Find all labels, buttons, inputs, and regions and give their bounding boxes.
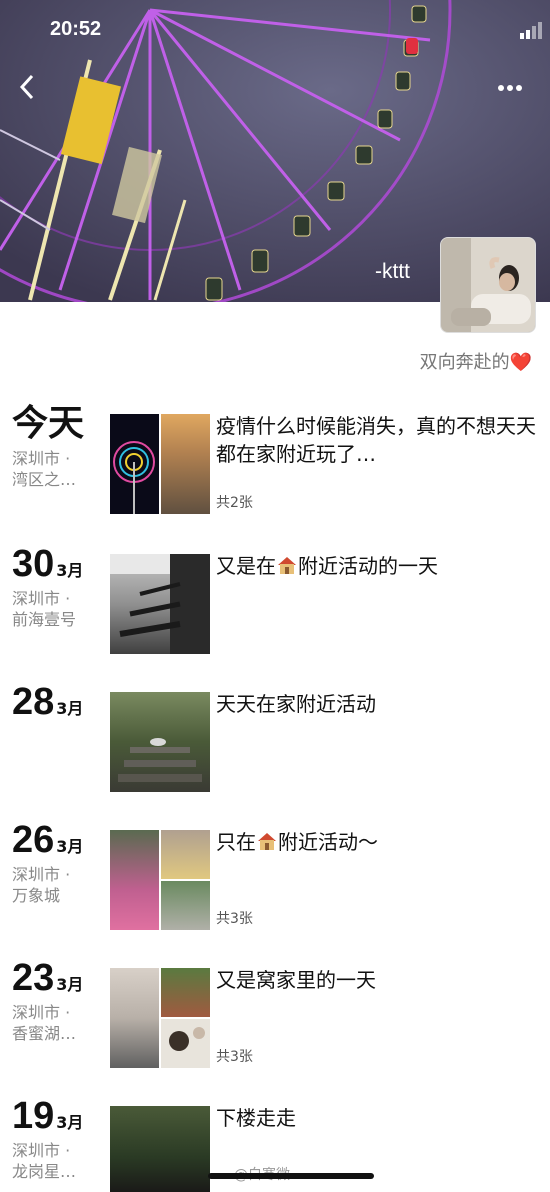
photo-count: 共2张 [216,495,253,511]
date-day: 30 [12,543,55,585]
more-dot [507,85,513,91]
date-day: 今天 [12,403,85,444]
thumbnail-image [110,554,210,654]
thumbnail-image [161,414,210,514]
location-line1: 深圳市 · [12,1003,71,1022]
date-day: 28 [12,681,55,723]
username: -kttt [375,260,410,283]
location-line2: 前海壹号 [12,610,77,629]
date-month: 3月 [56,975,84,994]
post-thumbnails[interactable] [110,1106,210,1192]
location-line2: 万象城 [12,886,61,905]
thumbnail-image [161,1019,210,1068]
thumbnail-image [110,1106,210,1192]
post-text: 天天在家附近活动 [216,692,376,716]
location-line1: 深圳市 · [12,589,71,608]
thumbnail-image [161,830,210,879]
date-column: 23 3月 深圳市 · 香蜜湖… [12,958,102,1044]
thumbnail-image [161,968,210,1017]
chevron-left-icon [19,74,34,100]
date-column: 30 3月 深圳市 · 前海壹号 [12,544,102,630]
location-line1: 深圳市 · [12,449,71,468]
signal-icon [520,22,542,39]
date-month: 3月 [56,699,84,718]
post-thumbnails[interactable] [110,414,210,514]
post-thumbnails[interactable] [110,692,210,792]
status-bar: 20:52 [0,0,550,60]
post-thumbnails[interactable] [110,968,210,1068]
thumbnail-image [110,414,159,514]
location-line2: 龙岗星… [12,1162,77,1181]
status-time: 20:52 [50,18,102,40]
thumbnail-image [110,968,159,1068]
post-thumbnails[interactable] [110,830,210,930]
signature: 双向奔赴的❤️ [420,348,532,374]
post-thumbnails[interactable] [110,554,210,654]
location-line2: 湾区之… [12,470,77,489]
date-day: 23 [12,957,55,999]
signature-text: 双向奔赴的 [419,352,510,373]
avatar[interactable] [440,237,536,333]
date-day: 19 [12,1095,55,1137]
date-month: 3月 [56,837,84,856]
photo-count: 共3张 [216,1049,253,1065]
thumbnail-image [110,692,210,792]
house-emoji-icon [258,833,276,850]
post-text: 又是在 附近活动的一天 [216,552,536,580]
post-text-before: 只在 [216,830,256,854]
more-dot [498,85,504,91]
heart-icon: ❤️ [509,352,532,373]
date-column: 今天 深圳市 · 湾区之… [12,404,102,490]
photo-count: 共3张 [216,911,253,927]
location-line1: 深圳市 · [12,1141,71,1160]
date-day: 26 [12,819,55,861]
post-text: 又是窝家里的一天 [216,968,376,992]
date-month: 3月 [56,561,84,580]
post-text: 下楼走走 [216,1106,296,1130]
more-dot [516,85,522,91]
post-text-after: 附近活动的一天 [298,554,438,578]
more-button[interactable] [498,76,528,96]
thumbnail-image [161,881,210,930]
post-text: 疫情什么时候能消失，真的不想天天都在家附近玩了… [216,414,536,466]
date-month: 3月 [56,1113,84,1132]
home-indicator[interactable] [208,1173,374,1179]
house-emoji-icon [278,557,296,574]
back-button[interactable] [16,72,44,102]
post-text-before: 又是在 [216,554,276,578]
date-column: 26 3月 深圳市 · 万象城 [12,820,102,906]
post-text-after: 附近活动～ [278,830,378,854]
date-column: 19 3月 深圳市 · 龙岗星… [12,1096,102,1182]
date-column: 28 3月 [12,682,102,722]
location-line2: 香蜜湖… [12,1024,77,1043]
location-line1: 深圳市 · [12,865,71,884]
post-text: 只在 附近活动～ [216,828,536,856]
thumbnail-image [110,830,159,930]
